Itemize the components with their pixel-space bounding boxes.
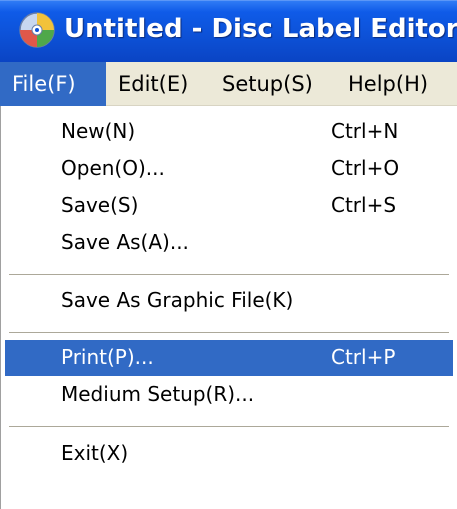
menu-setup[interactable]: Setup(S)	[210, 62, 336, 106]
menu-item-open[interactable]: Open(O)... Ctrl+O	[5, 151, 453, 187]
menu-item-label: Print(P)...	[61, 345, 154, 369]
menu-item-shortcut: Ctrl+S	[331, 193, 397, 217]
menu-item-label: Save(S)	[61, 193, 139, 217]
menu-item-save[interactable]: Save(S) Ctrl+S	[5, 188, 453, 224]
menu-item-label: Save As Graphic File(K)	[61, 288, 294, 312]
menu-item-label: Open(O)...	[61, 156, 165, 180]
menu-edit[interactable]: Edit(E)	[106, 62, 210, 106]
menu-separator	[9, 332, 449, 333]
menu-item-medium-setup[interactable]: Medium Setup(R)...	[5, 377, 453, 413]
menu-separator	[9, 426, 449, 427]
menu-item-exit[interactable]: Exit(X)	[5, 436, 453, 472]
menu-separator	[9, 274, 449, 275]
menu-item-new[interactable]: New(N) Ctrl+N	[5, 114, 453, 150]
menu-item-label: Save As(A)...	[61, 230, 189, 254]
window-title: Untitled - Disc Label Editor	[64, 14, 457, 44]
menu-item-label: Medium Setup(R)...	[61, 382, 255, 406]
menu-item-save-as-graphic[interactable]: Save As Graphic File(K)	[5, 283, 453, 319]
menu-bar: File(F) Edit(E) Setup(S) Help(H)	[0, 62, 457, 106]
file-menu-dropdown: New(N) Ctrl+N Open(O)... Ctrl+O Save(S) …	[0, 106, 457, 509]
menu-item-shortcut: Ctrl+P	[331, 345, 396, 369]
menu-item-label: Exit(X)	[61, 441, 129, 465]
menu-item-label: New(N)	[61, 119, 136, 143]
menu-item-shortcut: Ctrl+N	[331, 119, 399, 143]
menu-item-print[interactable]: Print(P)... Ctrl+P	[5, 340, 453, 376]
menu-help[interactable]: Help(H)	[336, 62, 446, 106]
menu-item-save-as[interactable]: Save As(A)...	[5, 225, 453, 261]
disc-label-app-icon[interactable]	[18, 11, 56, 49]
menu-file[interactable]: File(F)	[0, 62, 106, 106]
menu-item-shortcut: Ctrl+O	[331, 156, 400, 180]
title-bar[interactable]: Untitled - Disc Label Editor	[0, 0, 457, 62]
